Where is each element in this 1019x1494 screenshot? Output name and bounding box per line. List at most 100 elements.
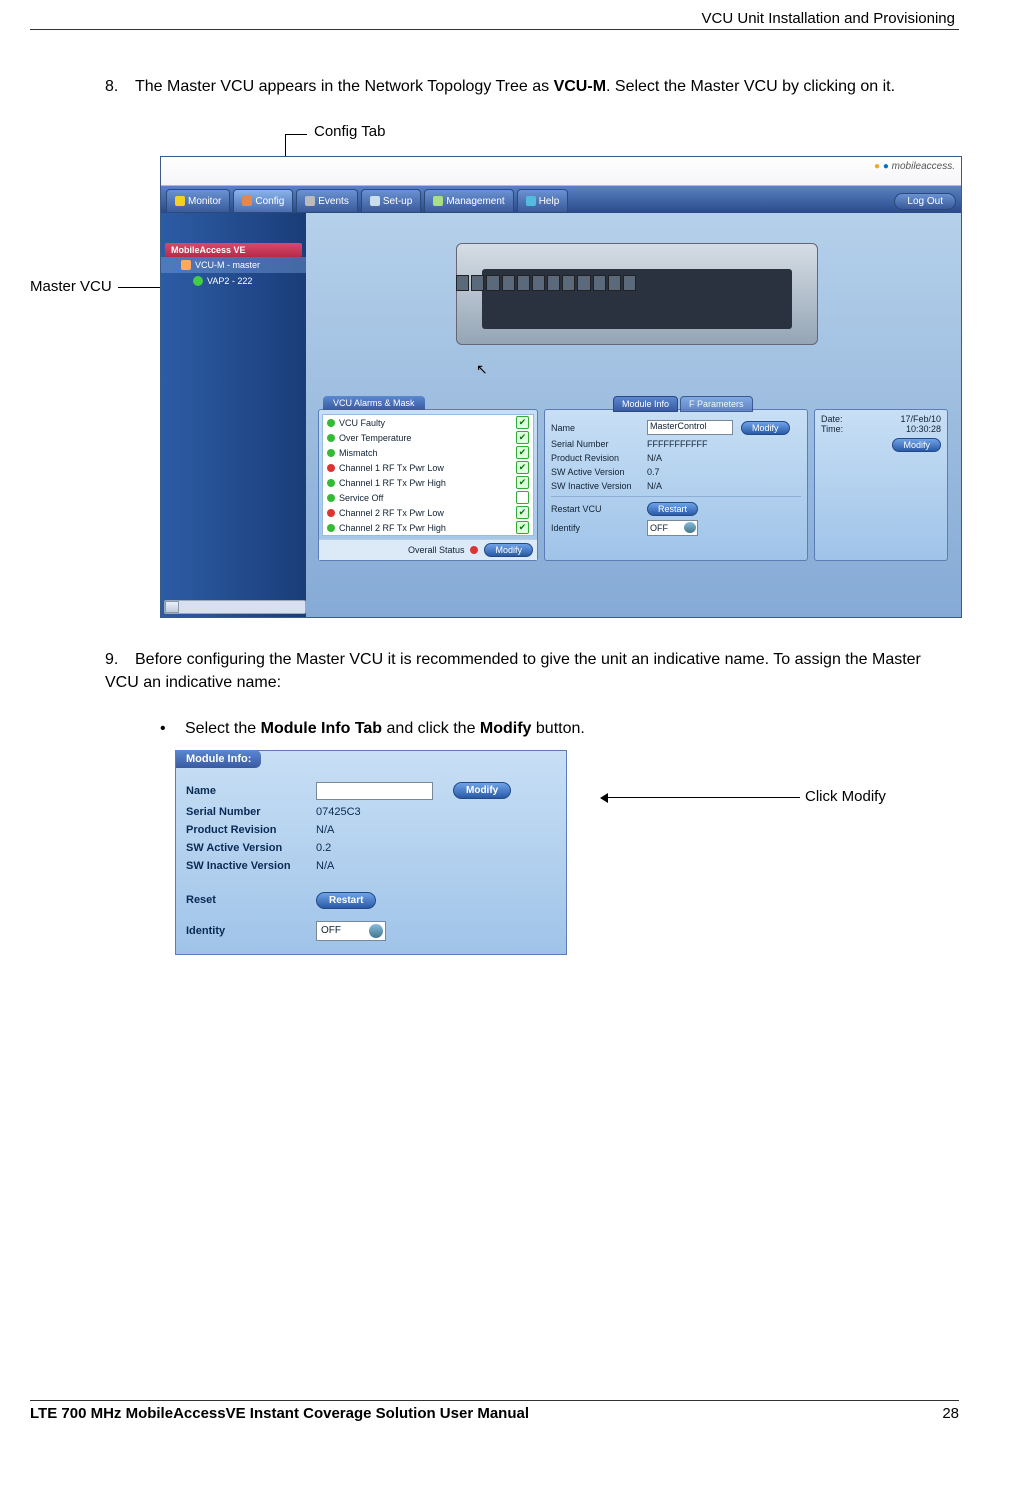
step-9-text: Before configuring the Master VCU it is … [105, 651, 921, 691]
tab-management[interactable]: Management [424, 189, 513, 213]
date-value: 17/Feb/10 [900, 414, 941, 424]
setup-icon [370, 196, 380, 206]
field-label: Product Revision [551, 453, 639, 463]
status-dot-icon [327, 494, 335, 502]
field-value: 0.2 [316, 842, 331, 854]
modify-button[interactable]: Modify [453, 782, 511, 799]
status-dot-icon [327, 449, 335, 457]
device-icon [181, 260, 191, 270]
step-9-num: 9. [105, 648, 135, 671]
annotation-config-tab: Config Tab [314, 123, 385, 140]
field-value: N/A [647, 481, 662, 491]
brand-logo: mobileaccess. [874, 161, 955, 172]
tab-setup[interactable]: Set-up [361, 189, 421, 213]
bullet-1: •Select the Module Info Tab and click th… [160, 720, 959, 738]
alarm-checkbox[interactable]: ✔ [516, 446, 529, 459]
name-input[interactable]: MasterControl [647, 420, 733, 435]
alarm-row: Service Off✔ [323, 490, 533, 505]
field-label: Identity [186, 925, 316, 937]
status-dot-icon [193, 276, 203, 286]
annotation-master-vcu: Master VCU [30, 278, 112, 295]
step-8-text-c: . Select the Master VCU by clicking on i… [606, 78, 895, 95]
restart-button[interactable]: Restart [316, 892, 376, 909]
field-label: Name [551, 423, 639, 433]
field-label: SW Inactive Version [551, 481, 639, 491]
identity-select[interactable]: OFF [316, 921, 386, 941]
alarm-row: Channel 1 RF Tx Pwr Low✔ [323, 460, 533, 475]
annotation-line [285, 134, 307, 135]
status-dot-icon [470, 546, 478, 554]
alarm-row: Channel 2 RF Tx Pwr High✔ [323, 520, 533, 535]
tab-events[interactable]: Events [296, 189, 358, 213]
field-value: N/A [647, 453, 662, 463]
time-value: 10:30:28 [906, 424, 941, 434]
logout-button[interactable]: Log Out [894, 193, 956, 210]
name-input[interactable] [316, 782, 433, 800]
field-label: Identify [551, 523, 639, 533]
identify-select[interactable]: OFF [647, 520, 698, 536]
field-label: SW Active Version [551, 467, 639, 477]
config-icon [242, 196, 252, 206]
alarm-checkbox[interactable]: ✔ [516, 431, 529, 444]
app-window: mobileaccess. Monitor Config Events Set-… [160, 156, 962, 618]
restart-button[interactable]: Restart [647, 502, 698, 516]
page-number: 28 [942, 1405, 959, 1422]
field-label: SW Inactive Version [186, 860, 316, 872]
alarm-checkbox[interactable]: ✔ [516, 476, 529, 489]
tree-item-vap2[interactable]: VAP2 - 222 [161, 273, 306, 289]
field-label: SW Active Version [186, 842, 316, 854]
cursor-icon: ↖ [476, 361, 488, 378]
horizontal-scrollbar[interactable] [164, 600, 306, 614]
tree-item-label: VCU-M - master [195, 260, 260, 270]
field-value: N/A [316, 824, 334, 836]
tab-module-info[interactable]: Module Info [613, 396, 678, 412]
field-label: Serial Number [551, 439, 639, 449]
tab-config[interactable]: Config [233, 189, 293, 213]
module-info-panel-detail: Module Info: Name Modify Serial Number07… [175, 750, 567, 955]
step-8-vcum: VCU-M [554, 78, 606, 95]
step-8-text-a: The Master VCU appears in the Network To… [135, 78, 554, 95]
field-label: Name [186, 785, 316, 797]
footer-title: LTE 700 MHz MobileAccessVE Instant Cover… [30, 1405, 529, 1422]
app-tabbar: Monitor Config Events Set-up Management … [161, 186, 961, 213]
field-value: 0.7 [647, 467, 660, 477]
field-label: Reset [186, 894, 316, 906]
alarms-panel: VCU Alarms & Mask VCU Faulty✔ Over Tempe… [318, 409, 538, 561]
date-label: Date: [821, 414, 843, 424]
page-footer: LTE 700 MHz MobileAccessVE Instant Cover… [30, 1400, 959, 1422]
field-value: FFFFFFFFFFF [647, 439, 707, 449]
alarm-checkbox[interactable]: ✔ [516, 521, 529, 534]
status-dot-icon [327, 479, 335, 487]
events-icon [305, 196, 315, 206]
alarm-row: Channel 1 RF Tx Pwr High✔ [323, 475, 533, 490]
alarm-row: Channel 2 RF Tx Pwr Low✔ [323, 505, 533, 520]
tab-help[interactable]: Help [517, 189, 569, 213]
page-header: VCU Unit Installation and Provisioning [30, 10, 959, 30]
scroll-left-icon[interactable] [165, 601, 179, 613]
alarm-row: Over Temperature✔ [323, 430, 533, 445]
tree-header: MobileAccess VE [165, 243, 302, 257]
field-label: Serial Number [186, 806, 316, 818]
monitor-icon [175, 196, 185, 206]
annotation-line [605, 797, 800, 798]
alarm-checkbox[interactable]: ✔ [516, 461, 529, 474]
field-value: N/A [316, 860, 334, 872]
status-dot-icon [327, 509, 335, 517]
module-info-title: Module Info: [176, 750, 261, 768]
tab-monitor[interactable]: Monitor [166, 189, 230, 213]
status-dot-icon [327, 464, 335, 472]
field-label: Restart VCU [551, 504, 639, 514]
modify-button[interactable]: Modify [484, 543, 533, 557]
tab-f-parameters[interactable]: F Parameters [680, 396, 753, 412]
main-content: ↖ VCU Alarms & Mask VCU Faulty✔ Over Tem… [306, 213, 961, 618]
modify-button[interactable]: Modify [892, 438, 941, 452]
alarm-checkbox[interactable]: ✔ [516, 506, 529, 519]
modify-button[interactable]: Modify [741, 421, 790, 435]
alarm-row: VCU Faulty✔ [323, 415, 533, 430]
step-9: 9.Before configuring the Master VCU it i… [105, 648, 959, 694]
help-icon [526, 196, 536, 206]
alarm-checkbox[interactable]: ✔ [516, 491, 529, 504]
status-dot-icon [327, 524, 335, 532]
tree-item-vcu-master[interactable]: VCU-M - master [161, 257, 306, 273]
alarm-checkbox[interactable]: ✔ [516, 416, 529, 429]
